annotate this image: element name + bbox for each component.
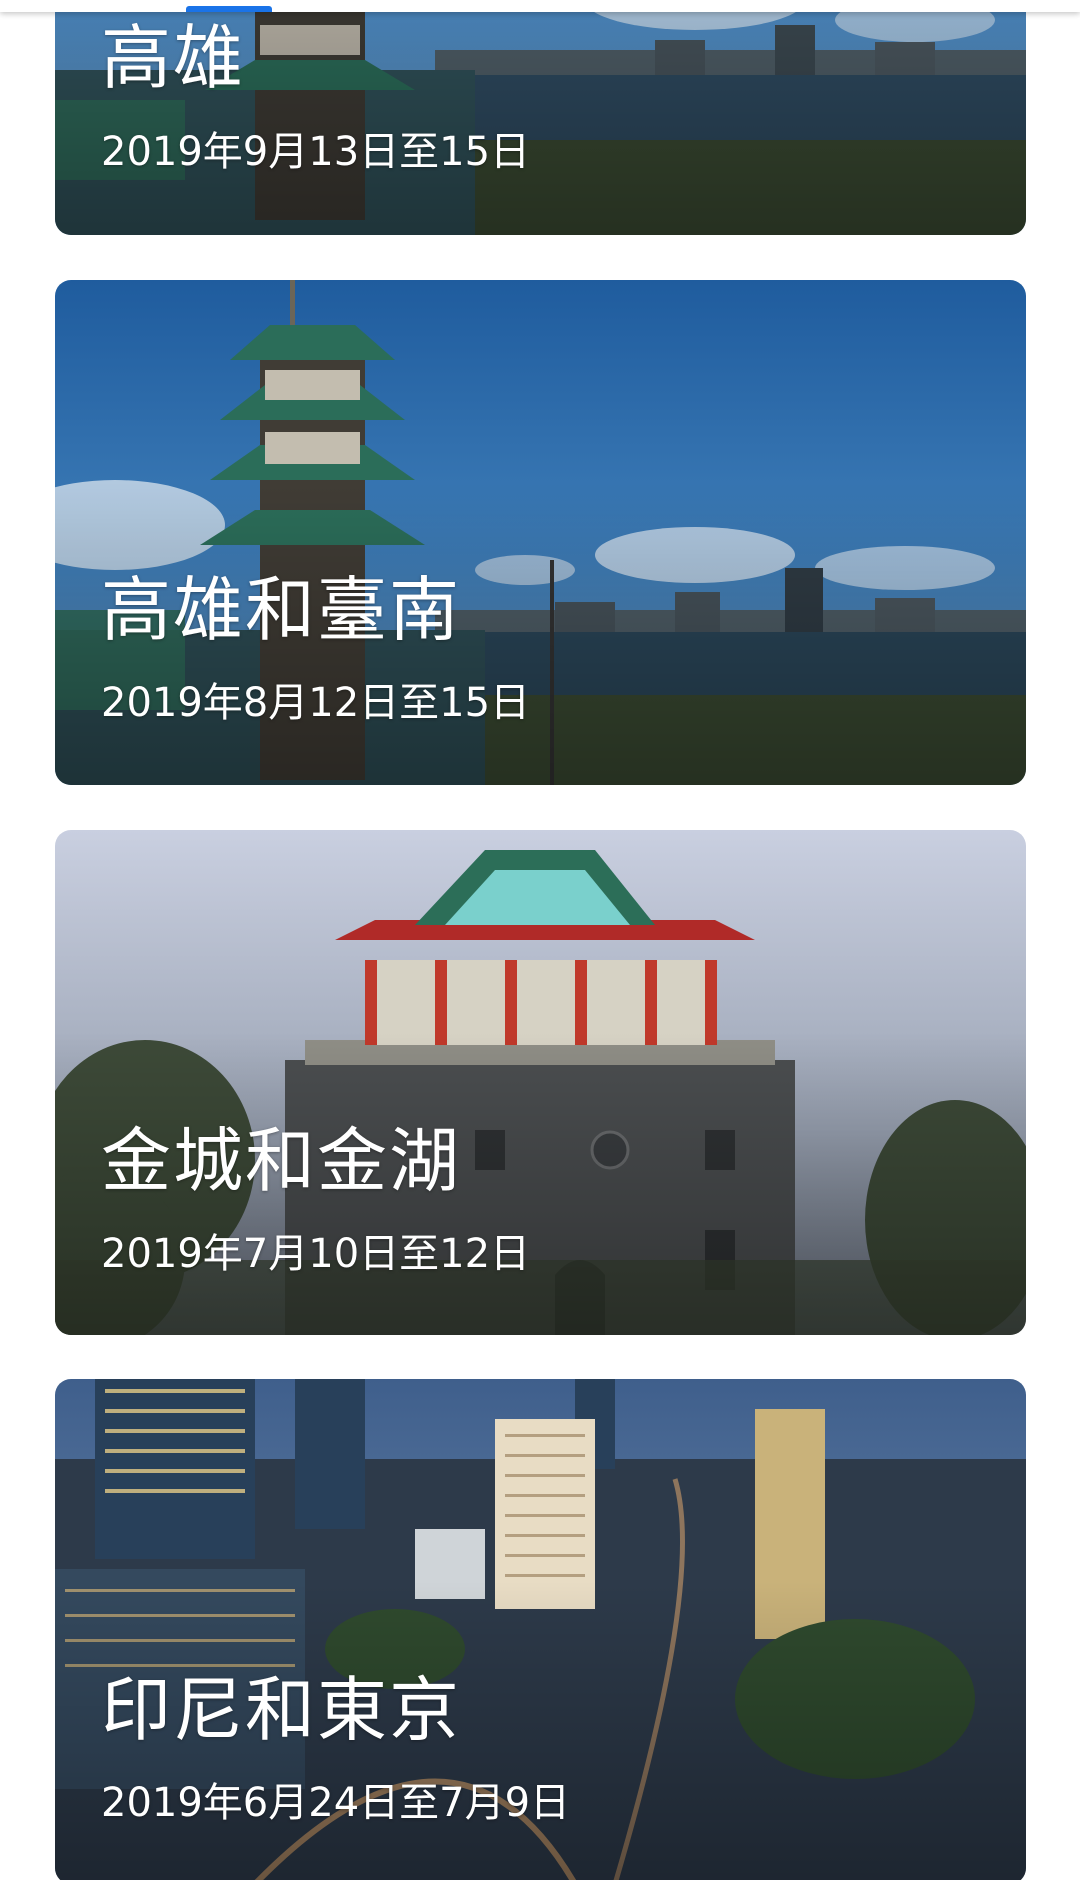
trip-dates: 2019年7月10日至12日 bbox=[101, 1231, 531, 1277]
trip-dates: 2019年8月12日至15日 bbox=[101, 680, 531, 726]
trip-dates: 2019年6月24日至7月9日 bbox=[101, 1780, 571, 1826]
trip-card-indonesia-tokyo[interactable]: 印尼和東京 2019年6月24日至7月9日 bbox=[55, 1379, 1026, 1880]
trip-card-kaohsiung[interactable]: 高雄 2019年9月13日至15日 bbox=[55, 0, 1026, 235]
trip-title: 印尼和東京 bbox=[101, 1669, 461, 1751]
trip-title: 高雄 bbox=[101, 17, 245, 99]
trip-card-kaohsiung-tainan[interactable]: 高雄和臺南 2019年8月12日至15日 bbox=[55, 280, 1026, 785]
app-bar bbox=[0, 0, 1080, 12]
trip-title: 高雄和臺南 bbox=[101, 569, 461, 651]
trip-title: 金城和金湖 bbox=[101, 1120, 461, 1202]
selected-tab-indicator bbox=[186, 6, 272, 12]
trips-screen: 高雄 2019年9月13日至15日 高雄和臺南 2019年8月12日至15日 金… bbox=[0, 0, 1080, 1880]
trip-dates: 2019年9月13日至15日 bbox=[101, 129, 531, 175]
trip-card-kincheng-kinhu[interactable]: 金城和金湖 2019年7月10日至12日 bbox=[55, 830, 1026, 1335]
